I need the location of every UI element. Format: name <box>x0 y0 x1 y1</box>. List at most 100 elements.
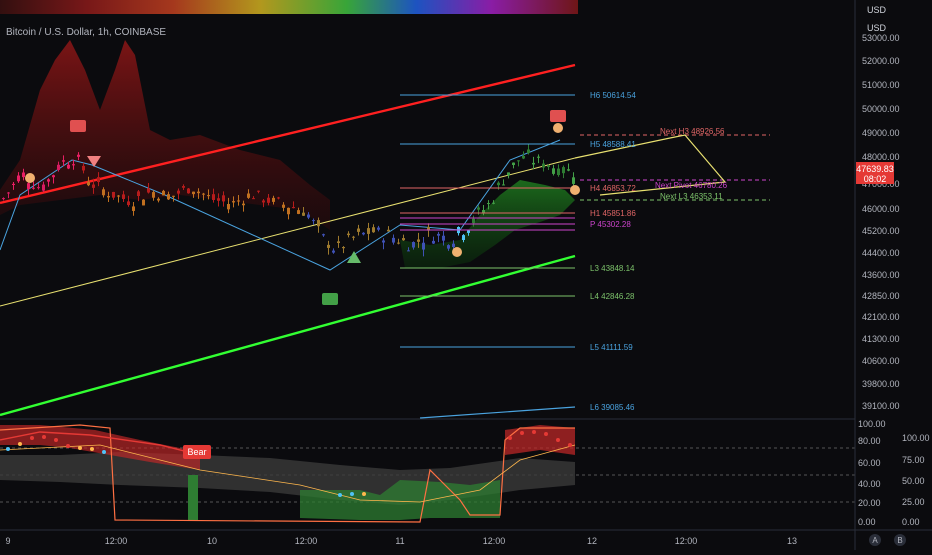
candle-body <box>7 192 10 194</box>
candle-body <box>347 233 350 236</box>
candle-body <box>172 195 175 197</box>
sell-marker <box>70 120 86 132</box>
next-pivot-label: Next Pivot 46780.26 <box>655 181 728 190</box>
candle-body <box>162 190 165 196</box>
osc-dot <box>544 432 548 436</box>
time-tick: 10 <box>207 536 217 546</box>
candle-body <box>67 164 70 169</box>
countdown-label: 08:02 <box>864 174 887 184</box>
candle-body <box>182 186 185 188</box>
candle-body <box>297 210 300 214</box>
candle-body <box>77 154 80 157</box>
chart-stage[interactable]: Next H3 48926.56 Next Pivot 46780.26 Nex… <box>0 0 932 550</box>
last-price-label: 47639.83 <box>856 164 894 174</box>
candle-body <box>442 235 445 241</box>
candle-body <box>452 243 455 248</box>
oscillator-pane: Bear <box>0 424 855 523</box>
buy-marker <box>322 293 338 305</box>
price-tick: 50000.00 <box>862 104 900 114</box>
candle-body <box>542 163 545 168</box>
price-tick: 43600.00 <box>862 270 900 280</box>
candle-body <box>167 194 170 200</box>
candle-body <box>407 250 410 252</box>
pivot-labels: H6 50614.54 H5 48588.41 H4 46853.72 H1 4585… <box>590 91 636 412</box>
candle-body <box>492 202 495 204</box>
candle-body <box>267 197 270 203</box>
time-axis[interactable]: 9 12:00 10 12:00 11 12:00 12 12:00 13 <box>5 536 797 546</box>
candle-body <box>197 191 200 194</box>
candle-body <box>12 183 15 185</box>
candle-body <box>517 160 520 162</box>
candle-body <box>337 241 340 244</box>
candle-body <box>547 165 550 168</box>
price-tick: 39100.00 <box>862 401 900 411</box>
heatmap-strip <box>0 0 578 14</box>
candle-body <box>562 167 565 174</box>
bull-triangle <box>347 251 361 263</box>
candle-body <box>522 155 525 159</box>
price-tick: 42850.00 <box>862 291 900 301</box>
osc-dot <box>350 492 354 496</box>
osc-dot <box>338 493 342 497</box>
support-trendline <box>0 254 576 417</box>
osc-left-tick: 40.00 <box>858 479 881 489</box>
price-tick: 53000.00 <box>862 33 900 43</box>
next-h3-label: Next H3 48926.56 <box>660 127 725 136</box>
candle-body <box>392 237 395 243</box>
candle-body <box>147 188 150 193</box>
chart-canvas[interactable]: Next H3 48926.56 Next Pivot 46780.26 Nex… <box>0 0 932 550</box>
next-l3-label: Next L3 46353.11 <box>660 192 723 201</box>
candle-body <box>467 230 470 233</box>
osc-dot <box>362 492 366 496</box>
price-tick: 48000.00 <box>862 152 900 162</box>
candle-body <box>277 197 280 199</box>
candle-body <box>432 240 435 244</box>
candle-body <box>107 196 110 198</box>
candle-body <box>127 201 130 206</box>
candle-body <box>27 183 30 189</box>
candle-body <box>342 247 345 249</box>
candle-body <box>312 220 315 222</box>
bear-face-icon-2 <box>570 185 580 195</box>
osc-dot <box>568 443 572 447</box>
bear-badge-label: Bear <box>187 447 206 457</box>
candle-body <box>332 250 335 253</box>
candle-body <box>37 187 40 189</box>
osc-dot <box>30 436 34 440</box>
candle-body <box>537 156 540 158</box>
candle-body <box>402 238 405 241</box>
price-tick: 51000.00 <box>862 80 900 90</box>
candle-body <box>117 195 120 197</box>
osc-dot <box>556 438 560 442</box>
osc-left-tick: 0.00 <box>858 517 876 527</box>
candle-body <box>352 236 355 238</box>
auto-scale-label: A <box>872 536 878 545</box>
candle-body <box>357 228 360 232</box>
time-tick: 12:00 <box>105 536 128 546</box>
candle-body <box>47 179 50 182</box>
pivot-label: H1 45851.86 <box>590 209 636 218</box>
time-tick: 11 <box>395 536 404 546</box>
candle-body <box>527 149 530 154</box>
candle-body <box>362 232 365 235</box>
osc-green-bar <box>188 475 198 520</box>
candle-body <box>477 207 480 210</box>
candle-body <box>112 191 115 198</box>
osc-dot <box>102 450 106 454</box>
candle-body <box>72 164 75 166</box>
price-tick: 42100.00 <box>862 312 900 322</box>
pivot-label: L4 42846.28 <box>590 292 635 301</box>
candle-body <box>497 182 500 186</box>
osc-dot <box>54 438 58 442</box>
candle-body <box>97 177 100 183</box>
pivot-label: H6 50614.54 <box>590 91 636 100</box>
candle-body <box>507 172 510 176</box>
osc-right-tick: 100.00 <box>902 433 930 443</box>
candle-body <box>52 175 55 178</box>
candle-body <box>57 164 60 170</box>
candle-body <box>82 165 85 171</box>
candle-body <box>282 204 285 208</box>
candle-body <box>32 187 35 189</box>
candle-body <box>567 169 570 171</box>
osc-left-tick: 80.00 <box>858 436 881 446</box>
